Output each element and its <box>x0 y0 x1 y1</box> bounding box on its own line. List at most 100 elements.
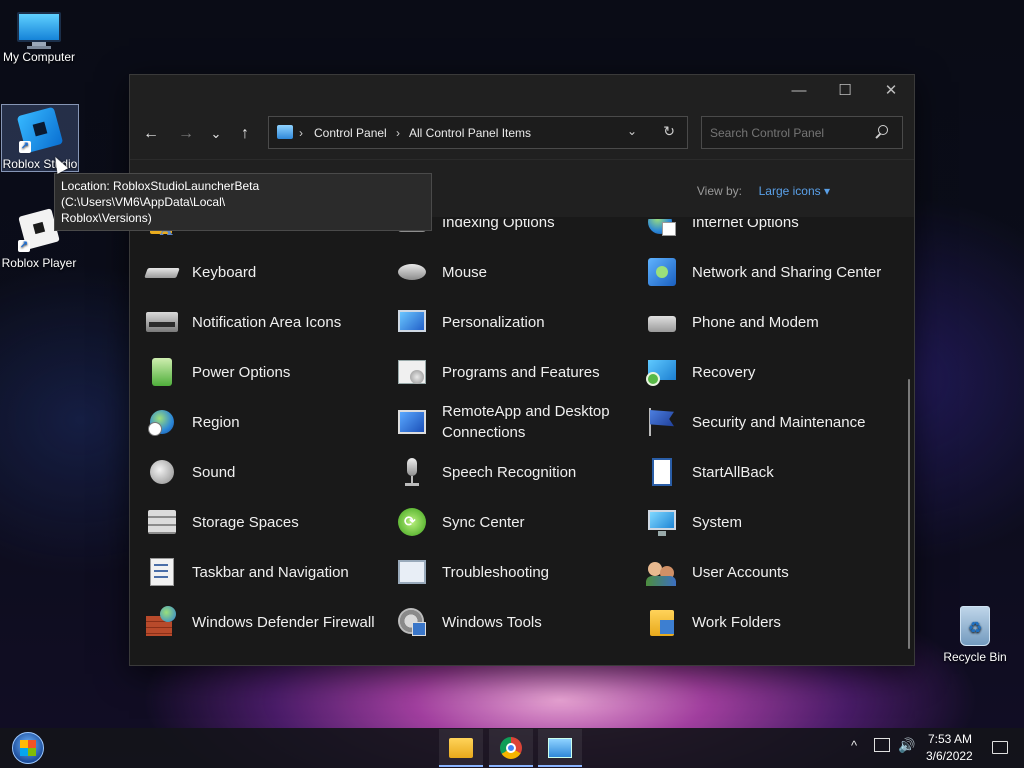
shortcut-arrow-icon: ↗ <box>19 141 31 153</box>
clock-time[interactable]: 7:53 AM <box>928 732 972 746</box>
control-panel-item[interactable]: Troubleshooting <box>396 547 646 597</box>
control-panel-item[interactable]: Storage Spaces <box>146 497 396 547</box>
search-input[interactable] <box>701 116 903 149</box>
recovery-icon <box>646 356 678 388</box>
control-panel-icon <box>548 738 572 758</box>
control-panel-item-label: Sound <box>192 463 236 481</box>
title-bar[interactable]: — ☐ ✕ <box>130 75 914 107</box>
control-panel-item-label: RemoteApp and Desktop Connections <box>442 403 610 441</box>
firewall-icon <box>146 606 178 638</box>
desktop-icon-recycle-bin[interactable]: ♻ Recycle Bin <box>936 602 1014 664</box>
control-panel-item-label: Power Options <box>192 363 291 381</box>
maximize-button[interactable]: ☐ <box>822 75 868 107</box>
desktop-icon-label: My Computer <box>2 50 76 64</box>
breadcrumb-separator: › <box>396 126 400 140</box>
breadcrumb-control-panel[interactable]: Control Panel <box>314 126 387 140</box>
network-icon[interactable] <box>874 738 890 752</box>
control-panel-item[interactable]: Windows Defender Firewall <box>146 597 396 647</box>
control-panel-item-label: Phone and Modem <box>692 313 819 331</box>
phone-modem-icon <box>646 306 678 338</box>
address-bar[interactable]: › Control Panel › All Control Panel Item… <box>268 116 688 149</box>
windows-logo-icon <box>20 740 36 756</box>
control-panel-item[interactable]: Internet Options <box>646 219 896 247</box>
startallback-icon <box>646 456 678 488</box>
desktop-icon-label: Roblox Player <box>1 256 77 270</box>
location-tooltip: Location: RobloxStudioLauncherBeta (C:\U… <box>54 173 432 231</box>
volume-icon[interactable]: 🔊 <box>898 737 915 768</box>
clock-date[interactable]: 3/6/2022 <box>926 749 973 763</box>
control-panel-item[interactable]: StartAllBack <box>646 447 896 497</box>
user-accounts-icon <box>646 556 678 588</box>
taskbar-chrome[interactable] <box>489 729 533 767</box>
back-button[interactable]: ← <box>138 121 164 147</box>
taskbar-file-explorer[interactable] <box>439 729 483 767</box>
view-by-dropdown[interactable]: Large icons ▾ <box>759 184 830 198</box>
control-panel-item-label: Mouse <box>442 263 488 281</box>
forward-button[interactable]: → <box>173 121 199 147</box>
control-panel-item[interactable]: Mouse <box>396 247 646 297</box>
my-computer-icon <box>17 12 61 49</box>
control-panel-item[interactable]: Windows Tools <box>396 597 646 647</box>
roblox-studio-icon: ↗ <box>16 106 64 155</box>
control-panel-window: — ☐ ✕ ← → ⌄ ↑ › Control Panel › All Cont… <box>129 74 915 666</box>
control-panel-item-label: Notification Area Icons <box>192 313 342 331</box>
vertical-scrollbar[interactable] <box>908 379 910 649</box>
control-panel-item[interactable]: User Accounts <box>646 547 896 597</box>
control-panel-item[interactable]: Taskbar and Navigation <box>146 547 396 597</box>
control-panel-item[interactable]: Keyboard <box>144 247 396 297</box>
address-dropdown-button[interactable]: ⌄ <box>627 124 637 138</box>
control-panel-item-label: Windows Defender Firewall <box>192 613 375 631</box>
control-panel-item[interactable]: Programs and Features <box>396 347 646 397</box>
security-maintenance-icon <box>646 406 678 438</box>
control-panel-item[interactable]: Security and Maintenance <box>646 397 896 447</box>
notifications-icon[interactable] <box>992 741 1008 754</box>
close-button[interactable]: ✕ <box>868 75 914 107</box>
control-panel-item-label: System <box>692 513 743 531</box>
power-options-icon <box>146 356 178 388</box>
control-panel-item-label: Internet Options <box>692 219 799 231</box>
search-icon[interactable] <box>875 125 889 139</box>
sync-center-icon: ⟳ <box>396 506 428 538</box>
minimize-button[interactable]: — <box>776 75 822 107</box>
storage-spaces-icon <box>146 506 178 538</box>
recycle-bin-icon: ♻ <box>955 602 995 648</box>
control-panel-item[interactable]: Speech Recognition <box>396 447 646 497</box>
desktop-icon-roblox-studio[interactable]: ↗ Roblox Studio <box>1 104 79 172</box>
breadcrumb-all-items[interactable]: All Control Panel Items <box>409 126 531 140</box>
desktop-icon-my-computer[interactable]: My Computer <box>0 2 78 64</box>
control-panel-item[interactable]: Phone and Modem <box>646 297 896 347</box>
control-panel-item[interactable]: Network and Sharing Center <box>646 247 896 297</box>
control-panel-icon <box>277 125 293 139</box>
folder-icon <box>449 738 473 758</box>
control-panel-item-label: StartAllBack <box>692 463 774 481</box>
control-panel-item-label: Taskbar and Navigation <box>192 563 349 581</box>
recent-locations-button[interactable]: ⌄ <box>203 121 229 147</box>
control-panel-item[interactable]: Indexing Options <box>396 219 646 247</box>
control-panel-item[interactable]: System <box>646 497 896 547</box>
control-panel-item[interactable]: Region <box>146 397 396 447</box>
control-panel-item[interactable]: Personalization <box>396 297 646 347</box>
up-button[interactable]: ↑ <box>232 121 258 147</box>
control-panel-item[interactable]: ⟳ Sync Center <box>396 497 646 547</box>
control-panel-item-label: Work Folders <box>692 613 781 631</box>
control-panel-item-label: Sync Center <box>442 513 525 531</box>
control-panel-item[interactable]: Work Folders <box>646 597 896 647</box>
sound-icon <box>146 456 178 488</box>
control-panel-item[interactable]: Notification Area Icons <box>146 297 396 347</box>
tooltip-line: Roblox\Versions) <box>61 211 152 225</box>
view-by-label: View by: <box>696 184 742 198</box>
start-button[interactable] <box>4 730 52 766</box>
taskbar-control-panel[interactable] <box>538 729 582 767</box>
control-panel-item[interactable]: Power Options <box>146 347 396 397</box>
show-hidden-icons-button[interactable]: ^ <box>851 738 857 768</box>
control-panel-item[interactable]: Recovery <box>646 347 896 397</box>
control-panel-item[interactable]: RemoteApp and Desktop Connections <box>396 397 646 447</box>
control-panel-item-label: Storage Spaces <box>192 513 299 531</box>
control-panel-item-label: Speech Recognition <box>442 463 577 481</box>
refresh-button[interactable]: ↻ <box>663 123 675 140</box>
control-panel-item-label: Programs and Features <box>442 363 600 381</box>
control-panel-item[interactable]: Sound <box>146 447 396 497</box>
control-panel-item-label: Troubleshooting <box>442 563 550 581</box>
shortcut-arrow-icon: ↗ <box>18 240 30 252</box>
control-panel-item-label: User Accounts <box>692 563 789 581</box>
